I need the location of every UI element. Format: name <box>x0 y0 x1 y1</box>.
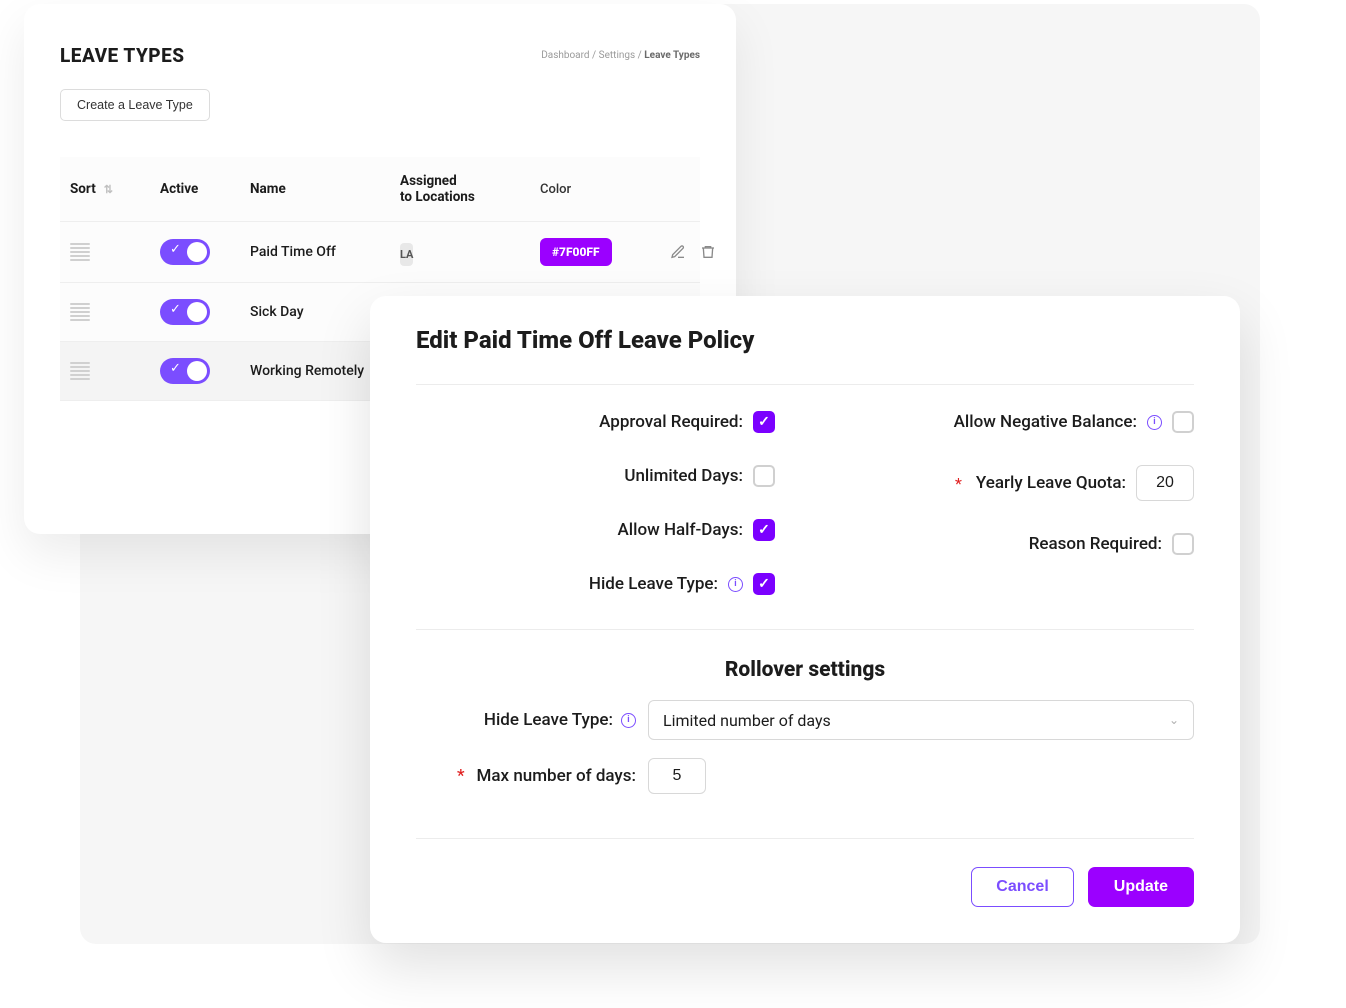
color-chip: #7F00FF <box>540 238 612 266</box>
col-sort[interactable]: Sort <box>70 181 96 197</box>
breadcrumb-settings[interactable]: Settings <box>599 50 636 61</box>
hide-leave-type-checkbox[interactable] <box>753 573 775 595</box>
info-icon[interactable]: i <box>1147 415 1162 430</box>
location-chip: LA <box>400 243 413 266</box>
edit-icon[interactable] <box>670 244 686 260</box>
update-button[interactable]: Update <box>1088 867 1194 907</box>
chevron-down-icon: ⌄ <box>1169 713 1179 727</box>
reason-required-label: Reason Required: <box>1029 534 1162 554</box>
required-mark: * <box>955 474 962 493</box>
drag-handle-icon[interactable] <box>70 303 90 321</box>
row-name: Paid Time Off <box>250 244 400 260</box>
sort-icon[interactable]: ⇅ <box>104 183 113 196</box>
allow-negative-label: Allow Negative Balance: <box>954 412 1137 432</box>
table-header: Sort ⇅ Active Name Assigned to Locations… <box>60 157 700 222</box>
allow-half-days-label: Allow Half-Days: <box>618 520 743 540</box>
active-toggle[interactable] <box>160 299 210 325</box>
col-name: Name <box>250 181 400 197</box>
breadcrumb: Dashboard / Settings / Leave Types <box>541 50 700 61</box>
divider <box>416 384 1194 385</box>
approval-required-label: Approval Required: <box>599 412 743 432</box>
max-days-label: Max number of days: <box>477 766 636 786</box>
required-mark: * <box>457 766 465 786</box>
yearly-quota-input[interactable] <box>1136 465 1194 501</box>
create-leave-type-button[interactable]: Create a Leave Type <box>60 89 210 121</box>
allow-negative-checkbox[interactable] <box>1172 411 1194 433</box>
active-toggle[interactable] <box>160 358 210 384</box>
unlimited-days-checkbox[interactable] <box>753 465 775 487</box>
hide-leave-type-label: Hide Leave Type: <box>589 574 718 594</box>
yearly-quota-label: Yearly Leave Quota: <box>976 473 1126 493</box>
max-days-input[interactable] <box>648 758 706 794</box>
cancel-button[interactable]: Cancel <box>971 867 1073 907</box>
active-toggle[interactable] <box>160 239 210 265</box>
select-value: Limited number of days <box>663 711 831 730</box>
unlimited-days-label: Unlimited Days: <box>624 466 743 486</box>
approval-required-checkbox[interactable] <box>753 411 775 433</box>
col-color: Color <box>540 182 670 197</box>
divider <box>416 629 1194 630</box>
col-active: Active <box>160 181 250 197</box>
allow-half-days-checkbox[interactable] <box>753 519 775 541</box>
edit-policy-modal: Edit Paid Time Off Leave Policy Approval… <box>370 296 1240 943</box>
rollover-section-title: Rollover settings <box>416 658 1194 682</box>
modal-title: Edit Paid Time Off Leave Policy <box>416 326 1194 354</box>
breadcrumb-current: Leave Types <box>644 50 700 61</box>
delete-icon[interactable] <box>700 244 716 260</box>
col-locations: Assigned to Locations <box>400 173 540 205</box>
info-icon[interactable]: i <box>728 577 743 592</box>
drag-handle-icon[interactable] <box>70 243 90 261</box>
drag-handle-icon[interactable] <box>70 362 90 380</box>
reason-required-checkbox[interactable] <box>1172 533 1194 555</box>
table-row: Paid Time Off LA #7F00FF <box>60 222 700 283</box>
breadcrumb-dashboard[interactable]: Dashboard <box>541 50 589 61</box>
rollover-type-label: Hide Leave Type: <box>484 710 613 730</box>
page-title: LEAVE TYPES <box>60 44 185 67</box>
info-icon[interactable]: i <box>621 713 636 728</box>
rollover-type-select[interactable]: Limited number of days ⌄ <box>648 700 1194 740</box>
